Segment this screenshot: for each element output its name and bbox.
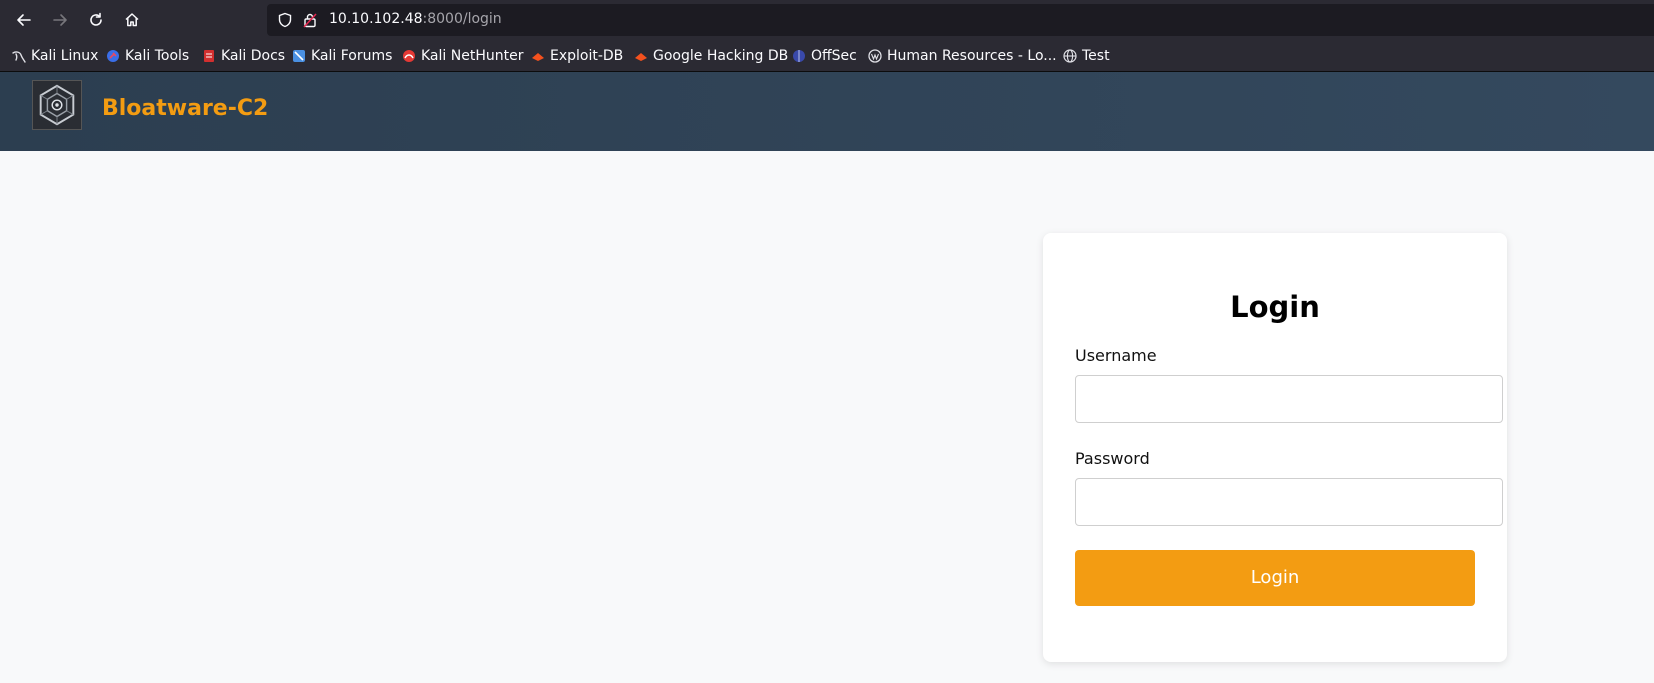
bookmark-label: OffSec bbox=[811, 48, 857, 64]
bookmark-label: Test bbox=[1082, 48, 1110, 64]
ghdb-icon bbox=[635, 53, 647, 61]
kali-tools-icon bbox=[107, 50, 119, 62]
bookmark-google-hacking-db[interactable]: Google Hacking DB bbox=[634, 47, 788, 65]
bookmark-label: Exploit-DB bbox=[550, 48, 624, 64]
browser-toolbar: 10.10.102.48:8000/login bbox=[0, 0, 1654, 40]
bookmark-offsec[interactable]: OffSec bbox=[792, 47, 857, 65]
bookmark-label: Kali Linux bbox=[31, 48, 99, 64]
arrow-right-icon bbox=[53, 14, 67, 26]
url-host: 10.10.102.48 bbox=[329, 11, 423, 27]
offsec-icon bbox=[793, 50, 805, 62]
shield-icon[interactable] bbox=[277, 12, 293, 28]
bookmark-kali-nethunter[interactable]: Kali NetHunter bbox=[402, 47, 523, 65]
address-bar[interactable]: 10.10.102.48:8000/login bbox=[267, 4, 1654, 36]
back-button[interactable] bbox=[12, 8, 36, 32]
reload-icon bbox=[90, 12, 102, 26]
username-input[interactable] bbox=[1075, 375, 1503, 423]
site-logo[interactable] bbox=[32, 80, 82, 130]
url-text[interactable]: 10.10.102.48:8000/login bbox=[329, 11, 502, 27]
bookmarks-toolbar: Kali Linux Kali Tools Kali Docs Kali For… bbox=[0, 40, 1654, 72]
bookmark-test[interactable]: Test bbox=[1063, 47, 1110, 65]
bookmark-label: Kali Forums bbox=[311, 48, 393, 64]
bookmark-label: Human Resources - Lo... bbox=[887, 48, 1057, 64]
forward-button[interactable] bbox=[48, 8, 72, 32]
kali-dragon-icon bbox=[12, 51, 26, 63]
home-button[interactable] bbox=[120, 8, 144, 32]
bookmark-human-resources[interactable]: Human Resources - Lo... bbox=[868, 47, 1057, 65]
wordpress-icon bbox=[868, 49, 882, 63]
bookmark-label: Kali Tools bbox=[125, 48, 190, 64]
bookmark-label: Google Hacking DB bbox=[653, 48, 789, 64]
bookmark-exploit-db[interactable]: Exploit-DB bbox=[531, 47, 623, 65]
hexagon-chip-icon bbox=[33, 81, 81, 129]
password-label: Password bbox=[1075, 449, 1150, 468]
bookmark-label: Kali Docs bbox=[221, 48, 286, 64]
bookmark-kali-tools[interactable]: Kali Tools bbox=[106, 47, 189, 65]
login-button[interactable]: Login bbox=[1075, 550, 1475, 606]
bookmark-label: Kali NetHunter bbox=[421, 48, 524, 64]
reload-button[interactable] bbox=[84, 8, 108, 32]
kali-forums-icon bbox=[293, 50, 305, 62]
site-brand[interactable]: Bloatware-C2 bbox=[102, 96, 268, 121]
login-title: Login bbox=[1230, 290, 1320, 324]
bookmark-kali-linux[interactable]: Kali Linux bbox=[12, 47, 98, 65]
url-path: :8000/login bbox=[422, 11, 502, 27]
arrow-left-icon bbox=[17, 14, 31, 26]
kali-nethunter-icon bbox=[403, 50, 415, 62]
site-header: Bloatware-C2 bbox=[0, 72, 1654, 151]
insecure-lock-icon[interactable] bbox=[302, 12, 318, 28]
home-icon bbox=[125, 13, 139, 27]
username-label: Username bbox=[1075, 346, 1157, 365]
globe-icon bbox=[1063, 49, 1077, 63]
bookmark-kali-docs[interactable]: Kali Docs bbox=[202, 47, 285, 65]
password-input[interactable] bbox=[1075, 478, 1503, 526]
login-card: Login Username Password Login bbox=[1043, 233, 1507, 662]
kali-docs-icon bbox=[204, 50, 214, 62]
exploit-db-icon bbox=[532, 53, 544, 61]
bookmark-kali-forums[interactable]: Kali Forums bbox=[292, 47, 392, 65]
